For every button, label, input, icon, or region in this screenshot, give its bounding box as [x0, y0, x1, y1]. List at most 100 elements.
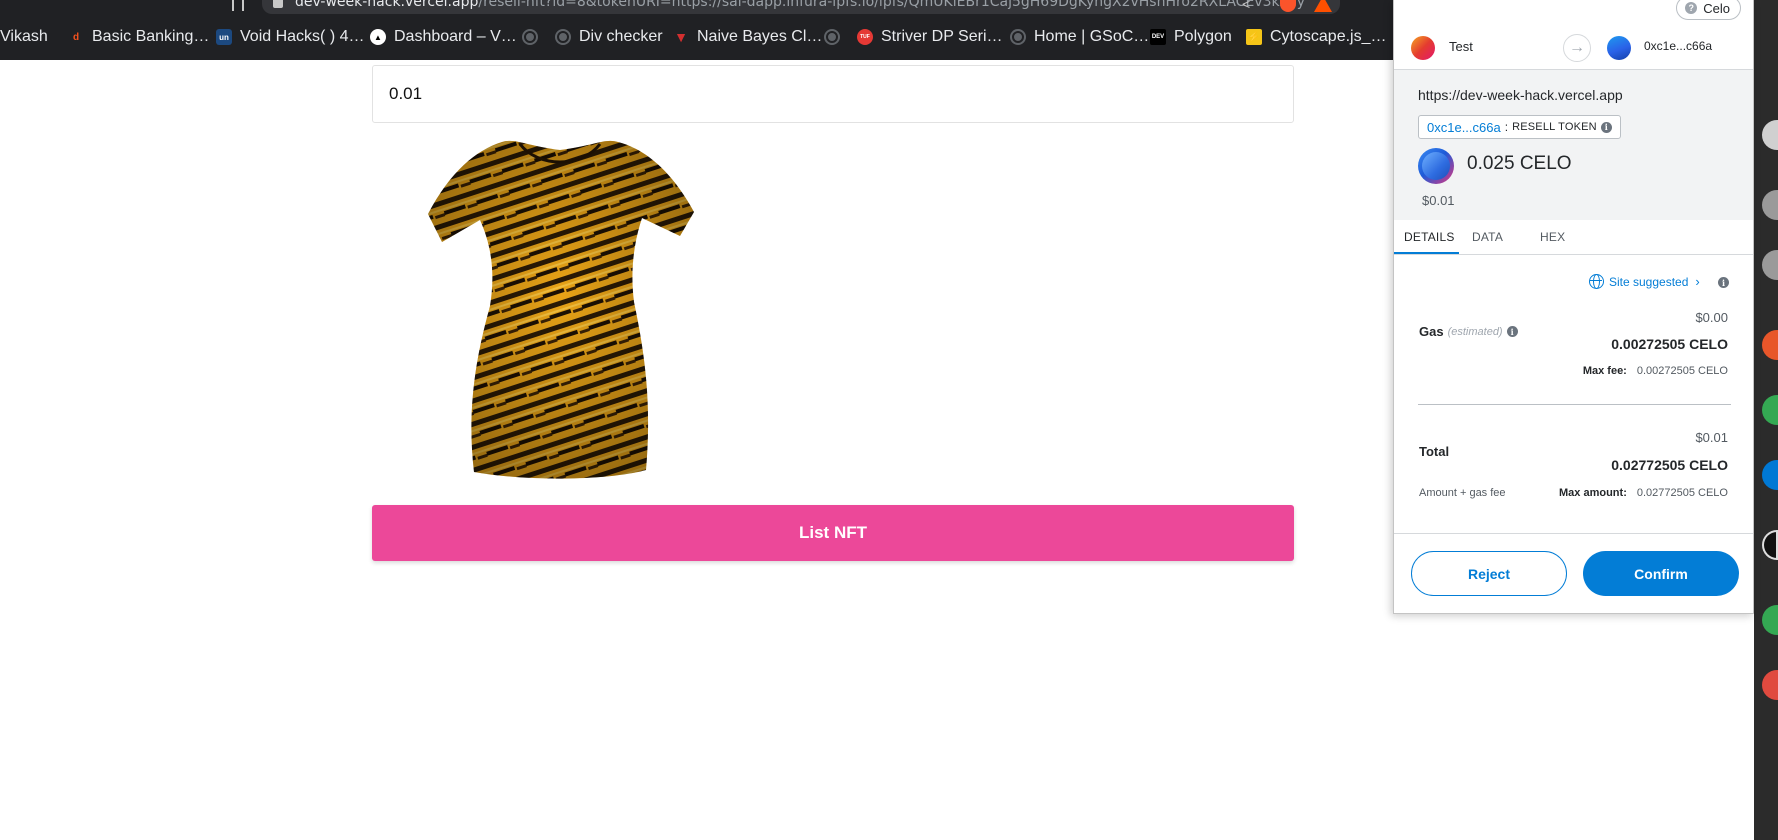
- vercel-favicon: ▲: [370, 29, 386, 45]
- max-fee-label: Max fee:: [1582, 365, 1627, 377]
- lock-icon[interactable]: [273, 0, 283, 8]
- celo-token-icon: [1418, 148, 1454, 184]
- bookmark-item[interactable]: ▲ Dashboard – V…: [370, 14, 517, 60]
- price-input[interactable]: [372, 65, 1294, 123]
- gas-max-fee: Max fee: 0.00272505 CELO: [1583, 365, 1728, 377]
- list-nft-button[interactable]: List NFT: [372, 505, 1294, 561]
- to-account-avatar: [1607, 36, 1631, 60]
- total-celo: 0.02772505 CELO: [1611, 457, 1728, 473]
- gas-fee-celo: 0.00272505 CELO: [1611, 336, 1728, 352]
- info-icon[interactable]: i: [1600, 121, 1612, 133]
- dock-app-icon[interactable]: [1762, 330, 1778, 360]
- network-question-icon: ?: [1685, 2, 1698, 14]
- bookmark-item[interactable]: Home | GSoC…: [1010, 14, 1149, 60]
- network-name: Celo: [1703, 0, 1730, 16]
- reject-button[interactable]: Reject: [1411, 551, 1567, 596]
- system-dock: [1754, 0, 1778, 840]
- globe-icon: [555, 29, 571, 45]
- gas-fee-fiat: $0.00: [1695, 310, 1728, 325]
- globe-icon: [1010, 29, 1026, 45]
- transaction-summary: https://dev-week-hack.vercel.app 0xc1e..…: [1394, 70, 1753, 220]
- globe-icon: [1589, 274, 1604, 289]
- bookmark-item[interactable]: ▼ Naive Bayes Cl…: [673, 14, 822, 60]
- basic-banking-favicon: d: [72, 31, 80, 43]
- bookmark-label: Void Hacks( ) 4…: [240, 28, 365, 45]
- tab-hex[interactable]: HEX: [1540, 230, 1565, 244]
- bookmark-item[interactable]: TUF Striver DP Seri…: [857, 14, 1003, 60]
- info-icon[interactable]: i: [1506, 326, 1518, 337]
- url-path: /resell-nft?id=8&tokenURI=https://sal-da…: [478, 0, 1306, 10]
- gas-title: Gas: [1419, 324, 1444, 339]
- dev-favicon: DEV: [1150, 29, 1166, 45]
- gas-label: Gas (estimated) i: [1419, 324, 1518, 339]
- metamask-confirm-popup: ? Celo Test → 0xc1e...c66a https://dev-w…: [1393, 0, 1754, 614]
- bookmark-item[interactable]: Div checker: [555, 14, 663, 60]
- confirm-button[interactable]: Confirm: [1583, 551, 1739, 596]
- bookmark-item[interactable]: ⚡ Cytoscape.js_…: [1246, 14, 1387, 60]
- contract-method-badge: 0xc1e...c66a : RESELL TOKEN i: [1418, 115, 1621, 139]
- tuf-favicon: TUF: [857, 29, 873, 45]
- globe-icon: [824, 29, 840, 45]
- total-label: Total: [1419, 444, 1450, 459]
- bookmark-label: Cytoscape.js_…: [1270, 28, 1387, 45]
- transaction-amount: 0.025 CELO: [1467, 153, 1572, 174]
- info-icon[interactable]: i: [1718, 277, 1729, 288]
- url-text[interactable]: dev-week-hack.vercel.app/resell-nft?id=8…: [295, 0, 1305, 10]
- dock-app-icon[interactable]: [1762, 530, 1778, 560]
- bookmark-label: Div checker: [579, 28, 663, 45]
- bookmark-label: Polygon: [1174, 28, 1232, 45]
- transaction-amount-fiat: $0.01: [1422, 193, 1455, 208]
- total-fiat: $0.01: [1695, 430, 1728, 445]
- nft-image: [428, 140, 694, 479]
- to-account-address[interactable]: 0xc1e...c66a: [1644, 39, 1712, 53]
- dock-app-icon[interactable]: [1762, 670, 1778, 700]
- network-selector[interactable]: ? Celo: [1676, 0, 1741, 20]
- total-max-amount: Max amount: 0.02772505 CELO: [1559, 487, 1728, 499]
- site-suggested-link[interactable]: Site suggested ›: [1589, 274, 1700, 289]
- max-fee-value: 0.00272505 CELO: [1636, 365, 1728, 377]
- method-separator: :: [1504, 120, 1509, 134]
- globe-icon: [522, 29, 538, 45]
- dock-app-icon[interactable]: [1762, 395, 1778, 425]
- cytoscape-favicon: ⚡: [1246, 29, 1262, 45]
- total-sublabel: Amount + gas fee: [1419, 487, 1506, 499]
- dock-app-icon[interactable]: [1762, 250, 1778, 280]
- bookmark-item[interactable]: [824, 14, 840, 60]
- bookmark-item[interactable]: un Void Hacks( ) 4…: [216, 14, 364, 60]
- unstop-favicon: un: [216, 29, 232, 45]
- dock-app-icon[interactable]: [1762, 120, 1778, 150]
- bookmark-label: Naive Bayes Cl…: [697, 28, 823, 45]
- account-transfer-header: Test → 0xc1e...c66a: [1394, 24, 1753, 70]
- site-suggested-label: Site suggested: [1609, 274, 1689, 289]
- max-amount-value: 0.02772505 CELO: [1636, 487, 1728, 499]
- tab-data[interactable]: DATA: [1472, 230, 1503, 244]
- bookmark-item[interactable]: d Basic Banking…: [68, 14, 209, 60]
- brave-rewards-icon[interactable]: [1314, 0, 1332, 12]
- contract-address-link[interactable]: 0xc1e...c66a: [1427, 120, 1501, 135]
- tensorflow-favicon: ▼: [674, 29, 688, 45]
- method-name: RESELL TOKEN: [1512, 121, 1597, 133]
- tab-details[interactable]: DETAILS: [1404, 230, 1455, 244]
- share-icon[interactable]: <: [1242, 0, 1250, 12]
- dock-app-icon[interactable]: [1762, 605, 1778, 635]
- screen: dev-week-hack.vercel.app/resell-nft?id=8…: [0, 0, 1778, 840]
- arrow-right-icon: →: [1563, 34, 1591, 62]
- bookmark-label: Basic Banking…: [92, 28, 210, 45]
- bookmark-item[interactable]: Vikash: [0, 14, 48, 60]
- footer-divider: [1394, 533, 1753, 534]
- bookmark-label: Striver DP Seri…: [881, 28, 1003, 45]
- bookmark-item[interactable]: [522, 14, 538, 60]
- from-account-name[interactable]: Test: [1449, 39, 1473, 54]
- details-tabs: DETAILS DATA HEX: [1394, 220, 1753, 255]
- bookmark-page-icon[interactable]: [232, 0, 244, 11]
- dock-app-icon[interactable]: [1762, 460, 1778, 490]
- dock-app-icon[interactable]: [1762, 190, 1778, 220]
- site-origin: https://dev-week-hack.vercel.app: [1418, 87, 1623, 103]
- bookmark-label: Vikash: [0, 28, 48, 45]
- divider: [1418, 404, 1731, 405]
- gas-estimated-label: (estimated): [1447, 325, 1503, 338]
- from-account-avatar: [1411, 36, 1435, 60]
- active-tab-indicator: [1394, 252, 1459, 254]
- bookmark-item[interactable]: DEV Polygon: [1150, 14, 1232, 60]
- url-host: dev-week-hack.vercel.app: [295, 0, 479, 10]
